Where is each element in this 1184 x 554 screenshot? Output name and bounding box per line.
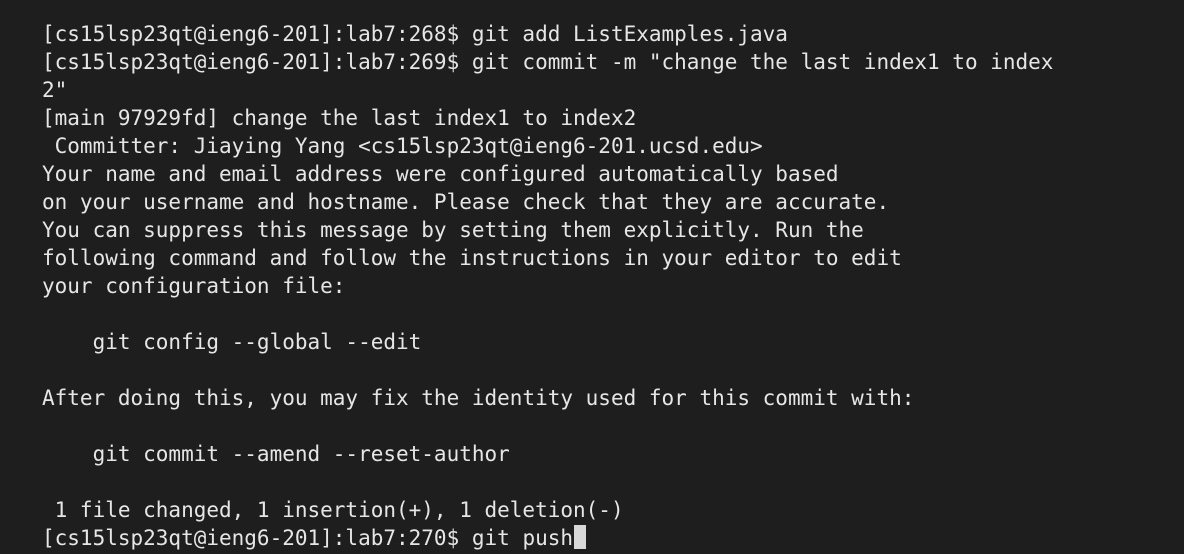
- terminal-line: git commit --amend --reset-author: [42, 442, 510, 466]
- terminal-scrollbar[interactable]: [1180, 0, 1184, 554]
- terminal-line: git config --global --edit: [42, 330, 422, 354]
- terminal-input-line[interactable]: [cs15lsp23qt@ieng6-201]:lab7:270$ git pu…: [42, 524, 1184, 552]
- terminal-line: [cs15lsp23qt@ieng6-201]:lab7:269$ git co…: [42, 50, 1054, 74]
- terminal-output: [cs15lsp23qt@ieng6-201]:lab7:268$ git ad…: [42, 20, 1184, 524]
- terminal-line: [main 97929fd] change the last index1 to…: [42, 106, 637, 130]
- terminal-line: 2": [42, 78, 68, 102]
- terminal-line: on your username and hostname. Please ch…: [42, 190, 890, 214]
- shell-prompt: [cs15lsp23qt@ieng6-201]:lab7:270$: [42, 526, 472, 550]
- terminal-line: You can suppress this message by setting…: [42, 218, 864, 242]
- terminal-line: Your name and email address were configu…: [42, 162, 839, 186]
- terminal-line: After doing this, you may fix the identi…: [42, 386, 915, 410]
- terminal-line: Committer: Jiaying Yang <cs15lsp23qt@ien…: [42, 134, 763, 158]
- terminal-line: 1 file changed, 1 insertion(+), 1 deleti…: [42, 498, 624, 522]
- text-cursor: [574, 525, 587, 549]
- terminal-window[interactable]: [cs15lsp23qt@ieng6-201]:lab7:268$ git ad…: [0, 0, 1184, 554]
- terminal-line: [cs15lsp23qt@ieng6-201]:lab7:268$ git ad…: [42, 22, 788, 46]
- terminal-line: following command and follow the instruc…: [42, 246, 902, 270]
- terminal-line: your configuration file:: [42, 274, 346, 298]
- current-command[interactable]: git push: [472, 526, 573, 550]
